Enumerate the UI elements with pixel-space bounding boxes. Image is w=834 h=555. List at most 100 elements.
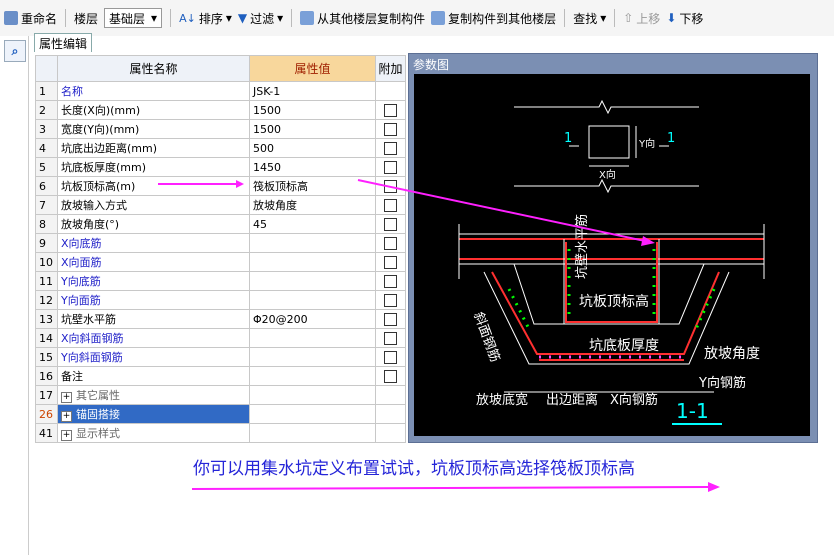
extra-checkbox[interactable] bbox=[384, 160, 397, 174]
property-value[interactable]: 1500 bbox=[249, 119, 376, 139]
extra-checkbox[interactable] bbox=[384, 350, 397, 364]
property-group[interactable]: + 显示样式 bbox=[57, 423, 250, 443]
rename-button[interactable]: 重命名 bbox=[4, 7, 57, 29]
row-number: 14 bbox=[35, 328, 58, 348]
search-button[interactable]: ⌕ bbox=[4, 40, 26, 62]
move-down-button[interactable]: ⬇ 下移 bbox=[666, 7, 703, 29]
extra-checkbox[interactable] bbox=[384, 122, 397, 136]
rename-label: 重命名 bbox=[21, 11, 58, 26]
find-button[interactable]: 查找 ▾ bbox=[573, 7, 606, 29]
tab-bar: 属性编辑 bbox=[30, 33, 834, 53]
expand-icon[interactable]: + bbox=[61, 430, 72, 441]
table-row-selected[interactable]: 26 + 锚固搭接 bbox=[35, 404, 406, 424]
extra-checkbox[interactable] bbox=[384, 274, 397, 288]
slope-width-label: 放坡底宽 bbox=[476, 392, 528, 408]
property-value[interactable]: Φ20@200 bbox=[249, 309, 376, 329]
toolbar-separator bbox=[614, 9, 616, 27]
extra-checkbox[interactable] bbox=[384, 198, 397, 212]
copy-from-floor-button[interactable]: 从其他楼层复制构件 bbox=[300, 7, 425, 29]
table-row[interactable]: 6 坑板顶标高(m) 筏板顶标高 bbox=[35, 176, 406, 196]
extra-cell bbox=[375, 119, 406, 139]
floor-label: 楼层 bbox=[74, 11, 99, 26]
table-row[interactable]: 10 X向面筋 bbox=[35, 252, 406, 272]
property-value[interactable] bbox=[249, 328, 376, 348]
row-number: 11 bbox=[35, 271, 58, 291]
filter-button[interactable]: ▼ 过滤 ▾ bbox=[238, 7, 283, 29]
table-row[interactable]: 14 X向斜面钢筋 bbox=[35, 328, 406, 348]
property-value[interactable] bbox=[249, 290, 376, 310]
property-value[interactable]: 1450 bbox=[249, 157, 376, 177]
extra-cell bbox=[375, 328, 406, 348]
table-row[interactable]: 17 + 其它属性 bbox=[35, 385, 406, 405]
expand-icon[interactable]: + bbox=[61, 392, 72, 403]
grid-header-row: 属性名称 属性值 附加 bbox=[35, 55, 406, 82]
extra-checkbox[interactable] bbox=[384, 312, 397, 326]
table-row[interactable]: 12 Y向面筋 bbox=[35, 290, 406, 310]
extra-checkbox[interactable] bbox=[384, 236, 397, 250]
row-number: 1 bbox=[35, 81, 58, 101]
row-number: 5 bbox=[35, 157, 58, 177]
parameter-diagram-panel: 参数图 1 1 Y向 X向 坑壁水平筋 坑板顶标高 斜面钢筋 坑底板厚度 放坡角… bbox=[408, 53, 818, 443]
row-number: 4 bbox=[35, 138, 58, 158]
table-row[interactable]: 11 Y向底筋 bbox=[35, 271, 406, 291]
floor-select[interactable]: 基础层 ▾ bbox=[104, 8, 163, 28]
row-number: 8 bbox=[35, 214, 58, 234]
property-name: Y向面筋 bbox=[57, 290, 250, 310]
table-row[interactable]: 1 名称 JSK-1 bbox=[35, 81, 406, 101]
x-direction-label: X向 bbox=[599, 168, 616, 181]
copy-from-label: 从其他楼层复制构件 bbox=[317, 11, 426, 26]
row-number-header bbox=[35, 55, 58, 82]
property-name-header[interactable]: 属性名称 bbox=[57, 55, 250, 82]
extra-cell bbox=[375, 100, 406, 120]
row-number: 15 bbox=[35, 347, 58, 367]
property-value[interactable]: 500 bbox=[249, 138, 376, 158]
extra-checkbox[interactable] bbox=[384, 255, 397, 269]
table-row[interactable]: 16 备注 bbox=[35, 366, 406, 386]
table-row[interactable]: 8 放坡角度(°) 45 bbox=[35, 214, 406, 234]
table-row[interactable]: 15 Y向斜面钢筋 bbox=[35, 347, 406, 367]
table-row[interactable]: 13 坑壁水平筋 Φ20@200 bbox=[35, 309, 406, 329]
property-value[interactable]: 45 bbox=[249, 214, 376, 234]
table-row[interactable]: 5 坑底板厚度(mm) 1450 bbox=[35, 157, 406, 177]
property-value-header[interactable]: 属性值 bbox=[249, 55, 376, 82]
extra-checkbox[interactable] bbox=[384, 103, 397, 117]
extra-checkbox[interactable] bbox=[384, 141, 397, 155]
table-row[interactable]: 4 坑底出边距离(mm) 500 bbox=[35, 138, 406, 158]
extra-checkbox[interactable] bbox=[384, 217, 397, 231]
property-value[interactable]: 1500 bbox=[249, 100, 376, 120]
property-value[interactable]: 放坡角度 bbox=[249, 195, 376, 215]
extra-checkbox[interactable] bbox=[384, 179, 397, 193]
left-panel: ⌕ bbox=[0, 36, 29, 555]
toolbar-separator bbox=[291, 9, 293, 27]
table-row[interactable]: 3 宽度(Y向)(mm) 1500 bbox=[35, 119, 406, 139]
extra-header[interactable]: 附加 bbox=[375, 55, 406, 82]
property-value[interactable] bbox=[249, 233, 376, 253]
extra-checkbox[interactable] bbox=[384, 369, 397, 383]
sort-button[interactable]: A↓ 排序 ▾ bbox=[179, 7, 232, 29]
copy-to-floor-button[interactable]: 复制构件到其他楼层 bbox=[431, 7, 556, 29]
copy-to-label: 复制构件到其他楼层 bbox=[448, 11, 557, 26]
extra-checkbox[interactable] bbox=[384, 293, 397, 307]
table-row[interactable]: 9 X向底筋 bbox=[35, 233, 406, 253]
property-group[interactable]: + 其它属性 bbox=[57, 385, 250, 405]
property-value[interactable] bbox=[249, 366, 376, 386]
move-up-button[interactable]: ⇧ 上移 bbox=[623, 7, 660, 29]
toolbar-separator bbox=[170, 9, 172, 27]
property-value[interactable] bbox=[249, 271, 376, 291]
table-row[interactable]: 41 + 显示样式 bbox=[35, 423, 406, 443]
property-value[interactable]: JSK-1 bbox=[249, 81, 376, 101]
extra-checkbox[interactable] bbox=[384, 331, 397, 345]
table-row[interactable]: 7 放坡输入方式 放坡角度 bbox=[35, 195, 406, 215]
table-row[interactable]: 2 长度(X向)(mm) 1500 bbox=[35, 100, 406, 120]
toolbar: 重命名 楼层 基础层 ▾ A↓ 排序 ▾ ▼ 过滤 ▾ 从其他楼层复制构件 复制… bbox=[0, 0, 834, 36]
toolbar-separator bbox=[564, 9, 566, 27]
expand-icon[interactable]: + bbox=[61, 411, 72, 422]
property-value[interactable] bbox=[249, 347, 376, 367]
property-group[interactable]: + 锚固搭接 bbox=[57, 404, 250, 424]
extra-cell bbox=[375, 195, 406, 215]
tab-property-editor[interactable]: 属性编辑 bbox=[34, 33, 93, 52]
bottom-thickness-label: 坑底板厚度 bbox=[589, 338, 659, 354]
property-value[interactable]: 筏板顶标高 bbox=[249, 176, 376, 196]
property-value[interactable] bbox=[249, 252, 376, 272]
chevron-down-icon: ▾ bbox=[600, 11, 607, 25]
